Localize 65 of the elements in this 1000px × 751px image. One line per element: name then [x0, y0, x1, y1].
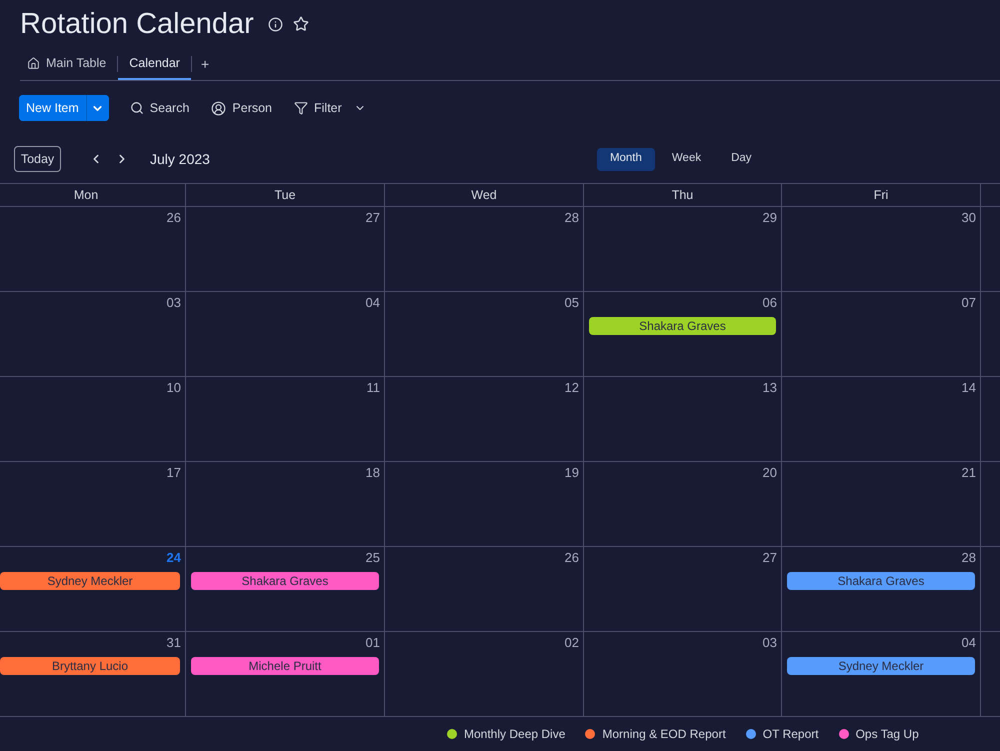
- day-number: 05: [564, 294, 579, 312]
- day-number: 30: [962, 209, 976, 227]
- legend-label: Morning & EOD Report: [602, 726, 726, 743]
- day-number: 28: [564, 209, 579, 227]
- weekday-header: Fri: [874, 186, 888, 204]
- day-number: 11: [366, 379, 380, 397]
- weekday-header: Mon: [74, 186, 98, 204]
- weekday-header: Tue: [274, 186, 296, 204]
- calendar-event[interactable]: Sydney Meckler: [787, 657, 975, 675]
- today-button[interactable]: Today: [14, 146, 61, 172]
- calendar-event[interactable]: Bryttany Lucio: [0, 657, 180, 675]
- day-number: 26: [166, 209, 181, 227]
- view-tab[interactable]: Main Table: [20, 48, 118, 80]
- calendar-event[interactable]: Shakara Graves: [191, 572, 379, 590]
- day-number: 27: [366, 209, 380, 227]
- day-number: 02: [564, 634, 579, 652]
- legend-label: OT Report: [762, 726, 819, 743]
- day-number: 19: [564, 464, 579, 482]
- day-number: 14: [962, 379, 976, 397]
- board-title: Rotation Calendar: [20, 7, 254, 41]
- day-number: 12: [564, 379, 579, 397]
- day-number: 17: [166, 464, 181, 482]
- star-icon[interactable]: [292, 16, 309, 32]
- day-number: 24: [166, 549, 181, 567]
- day-number: 29: [762, 209, 777, 227]
- legend-label: Monthly Deep Dive: [464, 726, 566, 743]
- day-number: 31: [166, 634, 181, 652]
- home-icon: [27, 56, 40, 70]
- day-number: 27: [762, 549, 777, 567]
- new-item-button[interactable]: New Item: [19, 95, 87, 121]
- day-number: 25: [366, 549, 380, 567]
- day-number: 06: [762, 294, 777, 312]
- day-number: 01: [366, 634, 380, 652]
- toolbar-action[interactable]: Filter: [294, 98, 366, 118]
- legend-label: Ops Tag Up: [856, 726, 919, 743]
- search-icon: [130, 101, 144, 115]
- view-mode-tab[interactable]: Day: [718, 148, 765, 170]
- weekday-header: Thu: [672, 186, 694, 204]
- calendar-event[interactable]: Sydney Meckler: [0, 572, 180, 590]
- day-number: 04: [962, 634, 976, 652]
- day-number: 10: [166, 379, 181, 397]
- person-icon: [211, 100, 226, 116]
- day-number: 21: [962, 464, 976, 482]
- view-tab[interactable]: Calendar: [118, 48, 191, 80]
- filter-icon: [294, 101, 308, 115]
- period-label: July 2023: [150, 150, 210, 169]
- day-number: 07: [962, 294, 976, 312]
- view-mode-tab[interactable]: Week: [658, 148, 714, 170]
- info-icon[interactable]: [268, 16, 283, 32]
- day-number: 28: [962, 549, 976, 567]
- day-number: 20: [762, 464, 777, 482]
- weekday-header: Wed: [471, 186, 497, 204]
- day-number: 18: [366, 464, 380, 482]
- calendar-event[interactable]: Shakara Graves: [787, 572, 975, 590]
- toolbar-action[interactable]: Search: [130, 98, 190, 118]
- view-mode-tab[interactable]: Month: [596, 148, 655, 170]
- calendar-event[interactable]: Michele Pruitt: [191, 657, 379, 675]
- day-number: 13: [762, 379, 777, 397]
- toolbar-action[interactable]: Person: [211, 98, 272, 118]
- day-number: 26: [564, 549, 579, 567]
- add-view-button[interactable]: +: [192, 54, 218, 74]
- day-number: 04: [366, 294, 380, 312]
- day-number: 03: [166, 294, 181, 312]
- day-number: 03: [762, 634, 777, 652]
- calendar-event[interactable]: Shakara Graves: [589, 317, 776, 335]
